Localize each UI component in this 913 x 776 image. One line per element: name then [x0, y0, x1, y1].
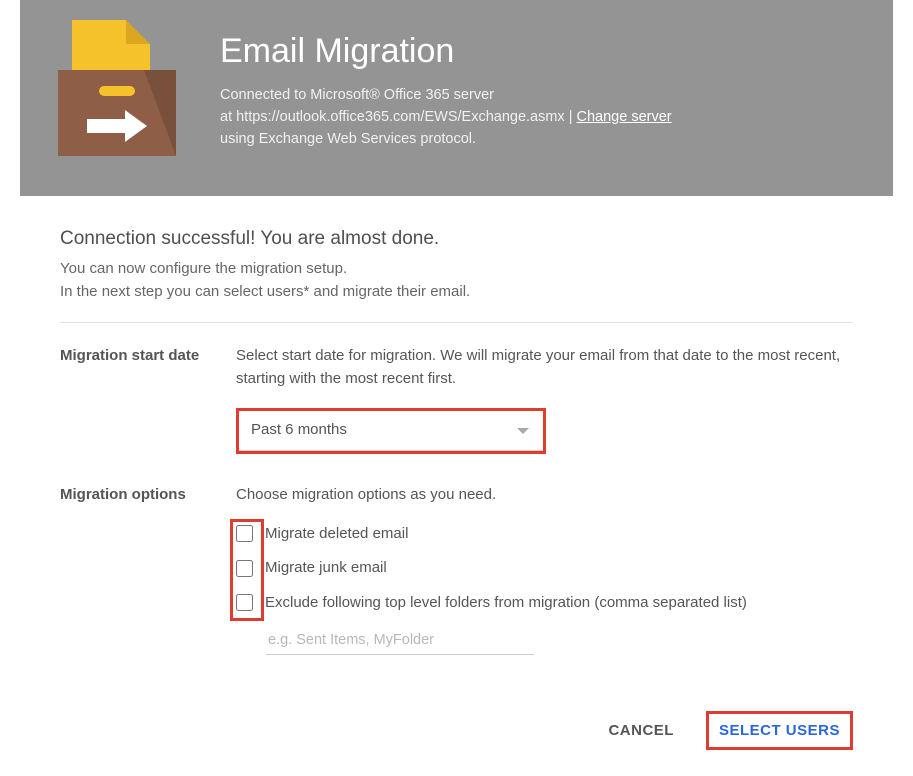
start-date-description: Select start date for migration. We will… — [236, 345, 853, 390]
exclude-folders-input[interactable] — [266, 626, 534, 655]
start-date-label: Migration start date — [60, 345, 236, 364]
status-sub-2: In the next step you can select users* a… — [60, 283, 853, 300]
select-users-highlight: SELECT USERS — [706, 711, 853, 750]
change-server-link[interactable]: Change server — [577, 109, 672, 125]
dialog-body: Connection successful! You are almost do… — [20, 196, 893, 655]
options-description: Choose migration options as you need. — [236, 484, 853, 507]
migration-drawer-icon — [50, 26, 180, 156]
connected-line-3: using Exchange Web Services protocol. — [220, 129, 672, 151]
section-divider — [60, 322, 853, 323]
migrate-junk-label: Migrate junk email — [265, 557, 387, 580]
chevron-down-icon — [517, 428, 529, 434]
row-options: Migration options Choose migration optio… — [60, 484, 853, 655]
hero-banner: Email Migration Connected to Microsoft® … — [20, 0, 893, 196]
connected-line-2: at https://outlook.office365.com/EWS/Exc… — [220, 107, 672, 129]
options-checkbox-group: Migrate deleted email Migrate junk email… — [236, 523, 853, 656]
hero-text: Email Migration Connected to Microsoft® … — [220, 26, 672, 150]
start-date-selected-value: Past 6 months — [251, 419, 347, 442]
select-users-button[interactable]: SELECT USERS — [715, 716, 844, 745]
option-exclude-folders[interactable]: Exclude following top level folders from… — [236, 592, 853, 615]
start-date-dropdown-highlight: Past 6 months — [236, 408, 546, 454]
option-migrate-junk[interactable]: Migrate junk email — [236, 557, 853, 580]
connected-line-1: Connected to Microsoft® Office 365 serve… — [220, 85, 672, 107]
exclude-folders-label: Exclude following top level folders from… — [265, 592, 747, 615]
exclude-folders-input-wrap — [266, 626, 853, 655]
server-url-text: at https://outlook.office365.com/EWS/Exc… — [220, 109, 577, 125]
email-migration-dialog: Email Migration Connected to Microsoft® … — [20, 0, 893, 776]
migrate-junk-checkbox[interactable] — [236, 560, 253, 577]
start-date-dropdown[interactable]: Past 6 months — [239, 411, 543, 451]
options-label: Migration options — [60, 484, 236, 503]
migrate-deleted-checkbox[interactable] — [236, 525, 253, 542]
dialog-footer: CANCEL SELECT USERS — [20, 685, 893, 776]
row-start-date: Migration start date Select start date f… — [60, 345, 853, 454]
exclude-folders-checkbox[interactable] — [236, 594, 253, 611]
page-title: Email Migration — [220, 32, 672, 71]
status-sub-1: You can now configure the migration setu… — [60, 260, 853, 277]
option-migrate-deleted[interactable]: Migrate deleted email — [236, 523, 853, 546]
migrate-deleted-label: Migrate deleted email — [265, 523, 408, 546]
status-headline: Connection successful! You are almost do… — [60, 228, 853, 250]
